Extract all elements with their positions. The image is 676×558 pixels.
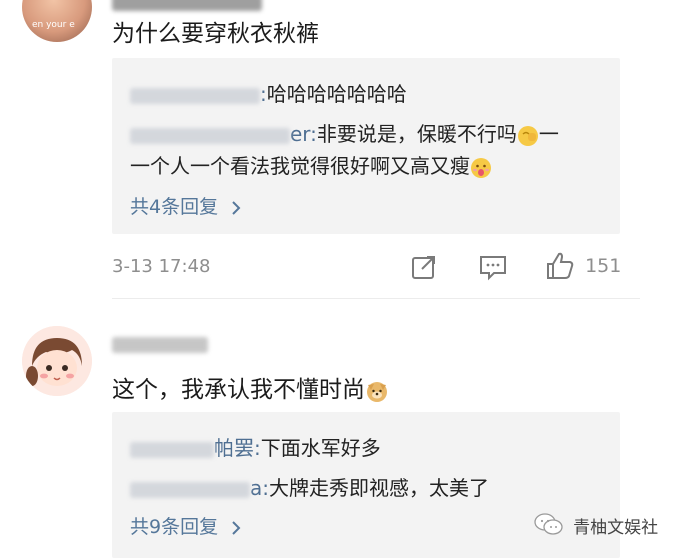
avatar-caption: en your e	[32, 20, 75, 30]
tongue-emoji-icon	[471, 157, 491, 178]
reply-text: 下面水军好多	[260, 436, 381, 460]
user-avatar[interactable]: en your e	[22, 0, 92, 42]
like-count: 151	[585, 255, 622, 277]
comment-timestamp: 3-13 17:48	[112, 256, 211, 277]
reply-username[interactable]	[130, 441, 214, 458]
chevron-right-icon	[232, 520, 241, 535]
reply-username[interactable]	[130, 127, 290, 144]
username-redacted[interactable]	[112, 334, 222, 353]
reply-row[interactable]: 帕罢:下面水军好多	[130, 432, 381, 461]
share-icon	[412, 256, 435, 279]
reply-username[interactable]	[130, 481, 250, 498]
comment-divider	[112, 298, 640, 299]
anime-girl-avatar-icon	[22, 326, 92, 396]
reply-text: 哈哈哈哈哈哈哈	[266, 82, 407, 106]
facepalm-emoji-icon	[517, 125, 538, 146]
reply-row[interactable]: er:非要说是，保暖不行吗一	[130, 118, 559, 147]
wechat-icon	[534, 513, 563, 535]
reply-row[interactable]: :哈哈哈哈哈哈哈	[130, 78, 407, 107]
reply-username[interactable]	[130, 87, 260, 104]
reply-text-continued: 一个人一个看法我觉得很好啊又高又瘦	[130, 150, 492, 179]
view-more-replies[interactable]: 共9条回复	[130, 512, 242, 539]
view-more-replies[interactable]: 共4条回复	[130, 192, 242, 219]
comment-text: 为什么要穿秋衣秋裤	[112, 21, 319, 47]
comment-button[interactable]	[478, 253, 508, 281]
like-button[interactable]: 151	[544, 250, 621, 282]
like-icon	[547, 252, 574, 279]
comment-text: 这个，我承认我不懂时尚	[112, 370, 389, 404]
watermark: 青柚文娱社	[534, 512, 658, 538]
reply-text: 大牌走秀即视感，太美了	[269, 476, 489, 500]
reply-row[interactable]: a:大牌走秀即视感，太美了	[130, 472, 489, 501]
chevron-right-icon	[232, 200, 241, 215]
watermark-text: 青柚文娱社	[573, 517, 659, 538]
username-redacted[interactable]	[112, 0, 272, 11]
doge-emoji-icon	[367, 381, 387, 402]
share-button[interactable]	[410, 253, 438, 281]
reply-text: 非要说是，保暖不行吗	[316, 122, 517, 146]
user-avatar[interactable]	[22, 326, 92, 396]
comment-icon	[480, 256, 506, 281]
